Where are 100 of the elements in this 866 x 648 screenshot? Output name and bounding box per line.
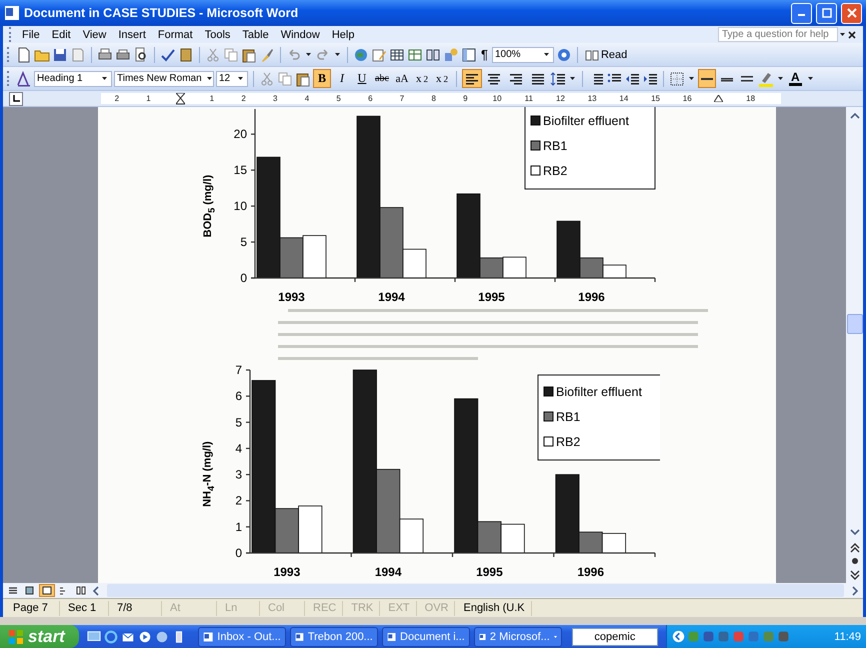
menu-item[interactable]: File — [16, 28, 46, 40]
help-search-field[interactable]: Type a question for help — [718, 27, 838, 42]
indent-marker-icon[interactable] — [176, 92, 185, 104]
format-button[interactable]: aA — [393, 69, 411, 88]
status-item: REC — [307, 600, 344, 616]
read-button[interactable]: Read — [582, 46, 630, 62]
menu-item[interactable]: Table — [236, 28, 275, 40]
ruler-number: 2 — [241, 94, 246, 103]
previous-page-icon[interactable] — [848, 541, 860, 553]
tick-label: 7 — [235, 365, 242, 377]
status-item: English (U.K — [457, 600, 532, 616]
next-page-icon[interactable] — [848, 569, 860, 581]
scroll-thumb[interactable] — [846, 314, 862, 334]
taskbar-button[interactable]: Trebon 200... — [290, 626, 378, 646]
globe-icon[interactable] — [154, 630, 169, 644]
ruler-number: 3 — [273, 94, 278, 103]
taskbar-button[interactable]: 2 Microsof... — [474, 626, 562, 646]
indent-marker-icon[interactable] — [714, 95, 724, 102]
caret-icon[interactable] — [808, 77, 813, 80]
taskbar-button[interactable]: Document i... — [382, 626, 470, 646]
minimize-button[interactable] — [791, 2, 812, 24]
view-button[interactable] — [39, 584, 55, 597]
menu-item[interactable]: Format — [152, 28, 199, 40]
format-button[interactable]: B — [313, 69, 331, 88]
menu-item[interactable]: Insert — [112, 28, 152, 40]
ruler-number: 12 — [556, 94, 565, 103]
clipboard-icon[interactable] — [241, 46, 257, 62]
caret-icon[interactable] — [840, 33, 845, 36]
caret-icon[interactable] — [335, 53, 340, 56]
highlighter-icon[interactable] — [758, 70, 774, 86]
maximize-button[interactable] — [816, 2, 837, 24]
style-dropdown[interactable]: Heading 1 — [34, 70, 112, 86]
caret-icon[interactable] — [778, 77, 783, 80]
border-icon[interactable] — [669, 70, 685, 86]
bar — [602, 533, 626, 554]
menu-item[interactable]: Edit — [46, 28, 77, 40]
align-lines-icon — [508, 71, 524, 86]
book-icon[interactable] — [178, 46, 194, 62]
caret-icon[interactable] — [570, 77, 575, 80]
browser-icon[interactable] — [104, 630, 118, 644]
clipboard-icon[interactable] — [295, 70, 311, 86]
view-icon — [76, 586, 86, 595]
format-button[interactable]: U — [353, 69, 371, 88]
desktop-icon[interactable] — [86, 630, 101, 644]
tab-selector-icon[interactable] — [9, 92, 23, 106]
close-button[interactable] — [841, 2, 862, 24]
help-icon[interactable] — [556, 46, 572, 62]
status-item: Col — [262, 600, 305, 616]
check-icon[interactable] — [160, 46, 176, 62]
search-field[interactable]: copemic — [572, 628, 658, 646]
tick-label: 5 — [235, 415, 242, 430]
bar — [502, 256, 526, 278]
menu-item[interactable]: View — [76, 28, 112, 40]
tick-label: 15 — [234, 163, 247, 178]
font-size-dropdown[interactable]: 12 — [216, 70, 248, 86]
align-button[interactable] — [462, 69, 482, 88]
document-icon[interactable] — [4, 5, 20, 21]
zoom-dropdown[interactable]: 100% — [492, 46, 554, 62]
font-color-button[interactable]: A — [787, 69, 804, 88]
taskbar-button[interactable]: Inbox - Out... — [198, 626, 286, 646]
caret-icon[interactable] — [306, 53, 311, 56]
printer-icon[interactable] — [97, 46, 113, 62]
printer-icon[interactable] — [115, 46, 131, 62]
styles-icon[interactable] — [16, 70, 32, 86]
category-label: 1994 — [374, 565, 402, 579]
save-icon[interactable] — [52, 46, 68, 62]
line-spacing-icon[interactable] — [550, 70, 566, 86]
ruler-number: 18 — [746, 94, 756, 103]
menu-item[interactable]: Tools — [198, 28, 236, 40]
globe-icon[interactable] — [353, 46, 369, 62]
caret-icon[interactable] — [206, 77, 212, 80]
close-icon[interactable] — [847, 30, 857, 40]
tray-icon[interactable] — [776, 630, 790, 643]
font-dropdown[interactable]: Times New Roman — [114, 70, 214, 86]
line-button[interactable] — [698, 69, 716, 88]
caret-icon[interactable] — [544, 53, 549, 56]
double-line-icon — [741, 74, 753, 82]
new-page-icon[interactable] — [16, 46, 32, 62]
pencil-icon[interactable] — [371, 46, 387, 62]
format-button[interactable]: abc — [373, 69, 391, 88]
menu-item[interactable]: Window — [274, 28, 326, 40]
ruler-number: 2 — [114, 94, 120, 103]
caret-icon[interactable] — [102, 77, 107, 80]
caret-icon[interactable] — [238, 77, 243, 80]
tick-label: 3 — [235, 468, 242, 482]
table-icon[interactable] — [389, 46, 405, 62]
show-formatting-button[interactable]: ¶ — [479, 45, 490, 64]
tick-label: 10 — [234, 199, 247, 214]
spreadsheet-icon[interactable] — [407, 46, 423, 62]
chevron-icon[interactable] — [672, 630, 685, 643]
format-button[interactable]: I — [333, 69, 351, 88]
horizontal-scrollbar[interactable] — [107, 584, 844, 597]
bar — [500, 524, 525, 554]
columns-icon[interactable] — [425, 46, 441, 62]
document-map-icon[interactable] — [461, 46, 477, 62]
ruler[interactable]: 2 1 1 2 3 4 5 6 7 8 9 10 11 12 13 14 15 16 18 — [101, 93, 781, 104]
media-player-icon[interactable] — [138, 630, 152, 644]
caret-icon[interactable] — [689, 77, 694, 80]
brush-icon[interactable] — [259, 46, 275, 62]
menu-item[interactable]: Help — [326, 28, 360, 40]
